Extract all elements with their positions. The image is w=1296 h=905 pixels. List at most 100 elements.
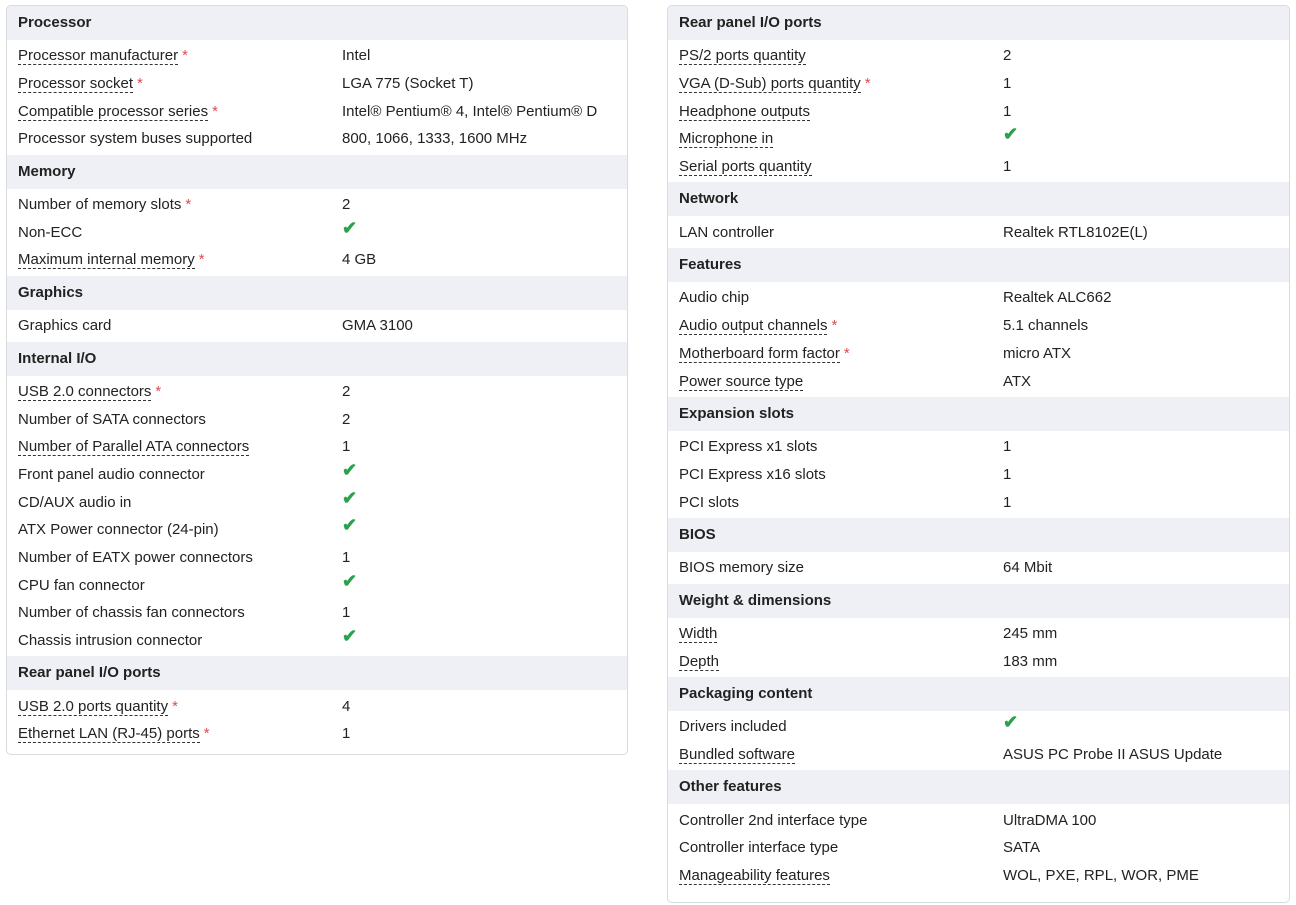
spec-value: 1 [342, 604, 351, 622]
spec-label-tooltip-link[interactable]: Microphone in [679, 130, 774, 149]
spec-label-tooltip-link[interactable]: Serial ports quantity [679, 158, 812, 177]
check-icon: ✔ [1003, 124, 1019, 145]
spec-value-cell: 1 [1003, 103, 1289, 120]
spec-label-tooltip-link[interactable]: Manageability features [679, 867, 830, 886]
spec-label-tooltip-link[interactable]: VGA (D-Sub) ports quantity [679, 75, 861, 94]
spec-label-tooltip-link[interactable]: Maximum internal memory [18, 251, 195, 270]
spec-value-cell: 4 [342, 698, 627, 715]
spec-label-cell: Number of memory slots * [7, 196, 342, 213]
spec-row: Ethernet LAN (RJ-45) ports * 1 [7, 720, 627, 748]
spec-label: Number of SATA connectors [18, 410, 206, 428]
spec-value: GMA 3100 [342, 317, 413, 335]
spec-value: 64 Mbit [1003, 559, 1053, 577]
spec-row: Number of chassis fan connectors 1 [7, 599, 627, 627]
spec-label-tooltip-link[interactable]: Width [679, 624, 718, 643]
spec-row: LAN controller Realtek RTL8102E(L) [668, 218, 1289, 246]
spec-row: Maximum internal memory * 4 GB [7, 246, 627, 274]
spec-value: Intel [342, 47, 371, 65]
check-icon: ✔ [342, 515, 358, 536]
spec-label: Audio chip [679, 289, 750, 307]
spec-row: Number of memory slots * 2 [7, 191, 627, 219]
spec-row: Number of EATX power connectors 1 [7, 544, 627, 572]
spec-label-cell: Controller interface type [668, 839, 1003, 856]
spec-label-cell: Processor socket * [7, 75, 342, 94]
spec-value: SATA [1003, 839, 1040, 857]
spec-label-tooltip-link[interactable]: Headphone outputs [679, 102, 810, 121]
spec-row: Serial ports quantity 1 [668, 153, 1289, 181]
spec-row: Processor manufacturer * Intel [7, 42, 627, 70]
spec-value-cell: Intel [342, 47, 627, 64]
spec-label-tooltip-link[interactable]: Audio output channels [679, 317, 828, 336]
spec-value-cell: 2 [342, 196, 627, 213]
spec-label-tooltip-link[interactable]: Processor socket [18, 75, 134, 94]
spec-value-cell: 1 [1003, 75, 1289, 92]
spec-row: Controller interface type SATA [668, 834, 1289, 862]
spec-label-tooltip-link[interactable]: Bundled software [679, 746, 795, 765]
spec-row: Microphone in ✔ [668, 125, 1289, 153]
required-asterisk-icon: * [831, 317, 838, 335]
spec-value: 2 [342, 410, 351, 428]
spec-label-cell: Ethernet LAN (RJ-45) ports * [7, 725, 342, 744]
spec-value: 1 [1003, 102, 1012, 120]
spec-value-cell: WOL, PXE, RPL, WOR, PME [1003, 867, 1289, 884]
spec-label-tooltip-link[interactable]: Depth [679, 652, 720, 671]
required-asterisk-icon: * [843, 344, 850, 362]
spec-value: 2 [342, 382, 351, 400]
spec-value: 1 [1003, 158, 1012, 176]
spec-value: micro ATX [1003, 344, 1072, 362]
spec-label-tooltip-link[interactable]: PS/2 ports quantity [679, 47, 806, 66]
spec-value-cell: 1 [342, 725, 627, 742]
spec-row: USB 2.0 connectors * 2 [7, 378, 627, 406]
spec-label-cell: Power source type [668, 372, 1003, 391]
spec-label: ATX Power connector (24-pin) [18, 521, 219, 539]
spec-label-cell: PCI slots [668, 494, 1003, 511]
spec-label-cell: CD/AUX audio in [7, 494, 342, 511]
check-icon: ✔ [342, 487, 358, 508]
section-header-processor: Processor [7, 6, 627, 40]
spec-label-tooltip-link[interactable]: USB 2.0 connectors [18, 382, 152, 401]
spec-row: Compatible processor series * Intel® Penti… [7, 97, 627, 125]
check-icon: ✔ [342, 459, 358, 480]
spec-label-cell: Depth [668, 652, 1003, 671]
spec-value-cell: 800, 1066, 1333, 1600 MHz [342, 130, 627, 147]
spec-row: Audio output channels * 5.1 channels [668, 312, 1289, 340]
check-icon: ✔ [342, 217, 358, 238]
spec-label-tooltip-link[interactable]: Ethernet LAN (RJ-45) ports [18, 725, 200, 744]
spec-value: 800, 1066, 1333, 1600 MHz [342, 130, 528, 148]
spec-row: PCI Express x16 slots 1 [668, 461, 1289, 489]
spec-label-tooltip-link[interactable]: Compatible processor series [18, 102, 209, 121]
spec-label-tooltip-link[interactable]: Number of Parallel ATA connectors [18, 438, 250, 457]
spec-value-cell: 1 [342, 549, 627, 566]
spec-value: Intel® Pentium® 4, Intel® Pentium® D [342, 102, 598, 120]
spec-label-cell: Non-ECC [7, 224, 342, 241]
spec-value: 2 [1003, 47, 1012, 65]
spec-row: Front panel audio connector ✔ [7, 461, 627, 489]
spec-row: PCI slots 1 [668, 488, 1289, 516]
spec-label-cell: Chassis intrusion connector [7, 632, 342, 649]
section-rows: Number of memory slots * 2 Non-ECC ✔ Maximum … [7, 189, 627, 276]
check-icon: ✔ [1003, 712, 1019, 733]
spec-label: Drivers included [679, 718, 787, 736]
spec-label-cell: Motherboard form factor * [668, 344, 1003, 363]
spec-label-tooltip-link[interactable]: Motherboard form factor [679, 344, 840, 363]
spec-row: Graphics card GMA 3100 [7, 312, 627, 340]
spec-value: Realtek RTL8102E(L) [1003, 223, 1148, 241]
spec-value-cell: ✔ [342, 489, 627, 512]
spec-label-cell: Headphone outputs [668, 102, 1003, 121]
section-rows: Graphics card GMA 3100 [7, 310, 627, 342]
spec-label-tooltip-link[interactable]: USB 2.0 ports quantity [18, 697, 169, 716]
spec-value-cell: LGA 775 (Socket T) [342, 75, 627, 92]
spec-label-tooltip-link[interactable]: Processor manufacturer [18, 47, 179, 66]
spec-row: Processor socket * LGA 775 (Socket T) [7, 70, 627, 98]
spec-row: ATX Power connector (24-pin) ✔ [7, 516, 627, 544]
spec-label-cell: BIOS memory size [668, 559, 1003, 576]
spec-label: CD/AUX audio in [18, 493, 132, 511]
section-rows: Controller 2nd interface type UltraDMA 10… [668, 804, 1289, 891]
spec-label: Processor system buses supported [18, 130, 253, 148]
spec-label: PCI Express x1 slots [679, 438, 818, 456]
required-asterisk-icon: * [864, 75, 871, 93]
spec-row: PCI Express x1 slots 1 [668, 433, 1289, 461]
spec-label-tooltip-link[interactable]: Power source type [679, 372, 804, 391]
spec-value: 1 [1003, 493, 1012, 511]
spec-label-cell: USB 2.0 ports quantity * [7, 697, 342, 716]
